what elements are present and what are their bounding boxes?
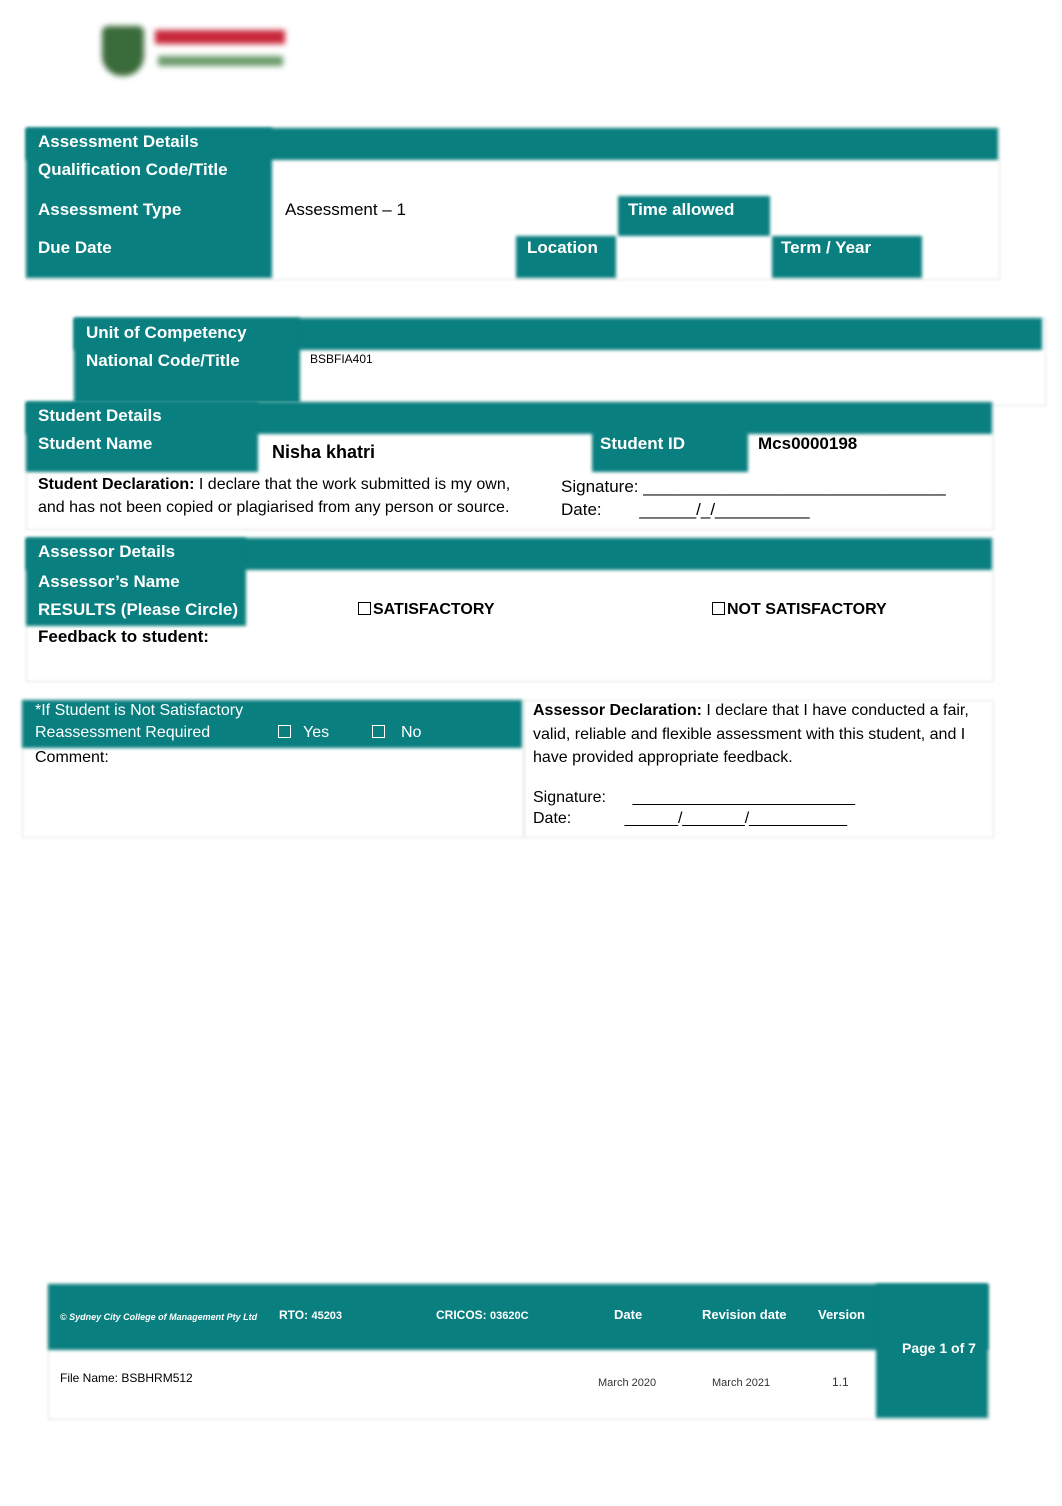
cricos-label: CRICOS:	[436, 1308, 487, 1322]
assessor-declaration-label: Assessor Declaration:	[533, 702, 702, 719]
checkbox-icon[interactable]	[278, 725, 291, 738]
assessor-name-label: Assessor’s Name	[38, 572, 180, 591]
rto-label: RTO:	[279, 1308, 309, 1322]
footer-revision-value: March 2021	[712, 1377, 771, 1389]
assessor-details-header: Assessor Details	[38, 542, 176, 561]
assessor-date-line[interactable]: Date: ______/_______/___________	[533, 810, 847, 828]
assessor-declaration-text-2: valid, reliable and flexible assessment …	[533, 726, 966, 743]
checkbox-icon[interactable]	[372, 725, 385, 738]
qualification-label: Qualification Code/Title	[38, 160, 228, 179]
not-satisfactory-label: NOT SATISFACTORY	[727, 601, 887, 618]
student-date-line[interactable]: Date: ______/_/__________	[561, 500, 810, 520]
satisfactory-label: SATISFACTORY	[373, 601, 495, 618]
assessment-type-value: Assessment – 1	[285, 200, 406, 219]
student-declaration-text-2: and has not been copied or plagiarised f…	[38, 499, 510, 516]
term-year-label: Term / Year	[781, 238, 872, 257]
footer-revision-label: Revision date	[702, 1307, 787, 1322]
feedback-label: Feedback to student:	[38, 627, 209, 646]
footer-copyright: © Sydney City College of Management Pty …	[60, 1312, 258, 1322]
assessor-declaration-text: I declare that I have conducted a fair,	[701, 702, 969, 719]
time-allowed-label: Time allowed	[628, 200, 735, 219]
file-name: File Name: BSBHRM512	[60, 1371, 193, 1385]
location-label: Location	[527, 238, 598, 257]
footer-version-label: Version	[818, 1307, 865, 1322]
page-number: Page 1 of 7	[902, 1340, 976, 1356]
assessor-declaration-text-3: have provided appropriate feedback.	[533, 749, 793, 766]
assessment-type-label: Assessment Type	[38, 200, 182, 219]
footer-date-label: Date	[614, 1307, 643, 1322]
national-code-label: National Code/Title	[86, 351, 240, 370]
assessor-declaration: Assessor Declaration: I declare that I h…	[533, 702, 969, 720]
comment-label: Comment:	[35, 749, 109, 766]
student-id-label: Student ID	[600, 434, 685, 453]
reassess-line-2: Reassessment Required	[35, 724, 211, 741]
yes-label: Yes	[303, 724, 330, 741]
student-declaration-text: I declare that the work submitted is my …	[194, 476, 511, 493]
checkbox-icon[interactable]	[712, 602, 725, 615]
unit-header: Unit of Competency	[86, 323, 247, 342]
footer-cricos: CRICOS: 03620C	[436, 1308, 529, 1322]
yes-option[interactable]: Yes	[278, 724, 329, 742]
checkbox-icon[interactable]	[358, 602, 371, 615]
student-name-label: Student Name	[38, 434, 153, 453]
college-logo	[100, 22, 290, 82]
no-label: No	[401, 724, 422, 741]
cricos-value: 03620C	[490, 1310, 529, 1322]
assessor-signature-line[interactable]: Signature: _________________________	[533, 789, 855, 807]
footer-rto: RTO: 45203	[279, 1308, 342, 1322]
student-declaration-label: Student Declaration:	[38, 476, 195, 493]
due-date-label: Due Date	[38, 238, 112, 257]
reassess-line-1: *If Student is Not Satisfactory	[35, 702, 244, 719]
no-option[interactable]: No	[372, 724, 421, 742]
satisfactory-option[interactable]: SATISFACTORY	[358, 601, 495, 619]
not-satisfactory-option[interactable]: NOT SATISFACTORY	[712, 601, 887, 619]
rto-value: 45203	[311, 1310, 343, 1322]
student-id-value: Mcs0000198	[758, 434, 858, 453]
footer-version-value: 1.1	[832, 1375, 849, 1389]
student-name-value: Nisha khatri	[272, 442, 376, 462]
results-label: RESULTS (Please Circle)	[38, 600, 238, 619]
page: Assessment Details Qualification Code/Ti…	[0, 0, 1062, 1506]
student-declaration: Student Declaration: I declare that the …	[38, 476, 510, 494]
national-code-value: BSBFIA401	[310, 352, 373, 366]
student-details-header: Student Details	[38, 406, 162, 425]
footer-date-value: March 2020	[598, 1377, 657, 1389]
assessment-details-header: Assessment Details	[38, 132, 199, 151]
student-signature-line[interactable]: Signature: _____________________________…	[561, 477, 946, 497]
